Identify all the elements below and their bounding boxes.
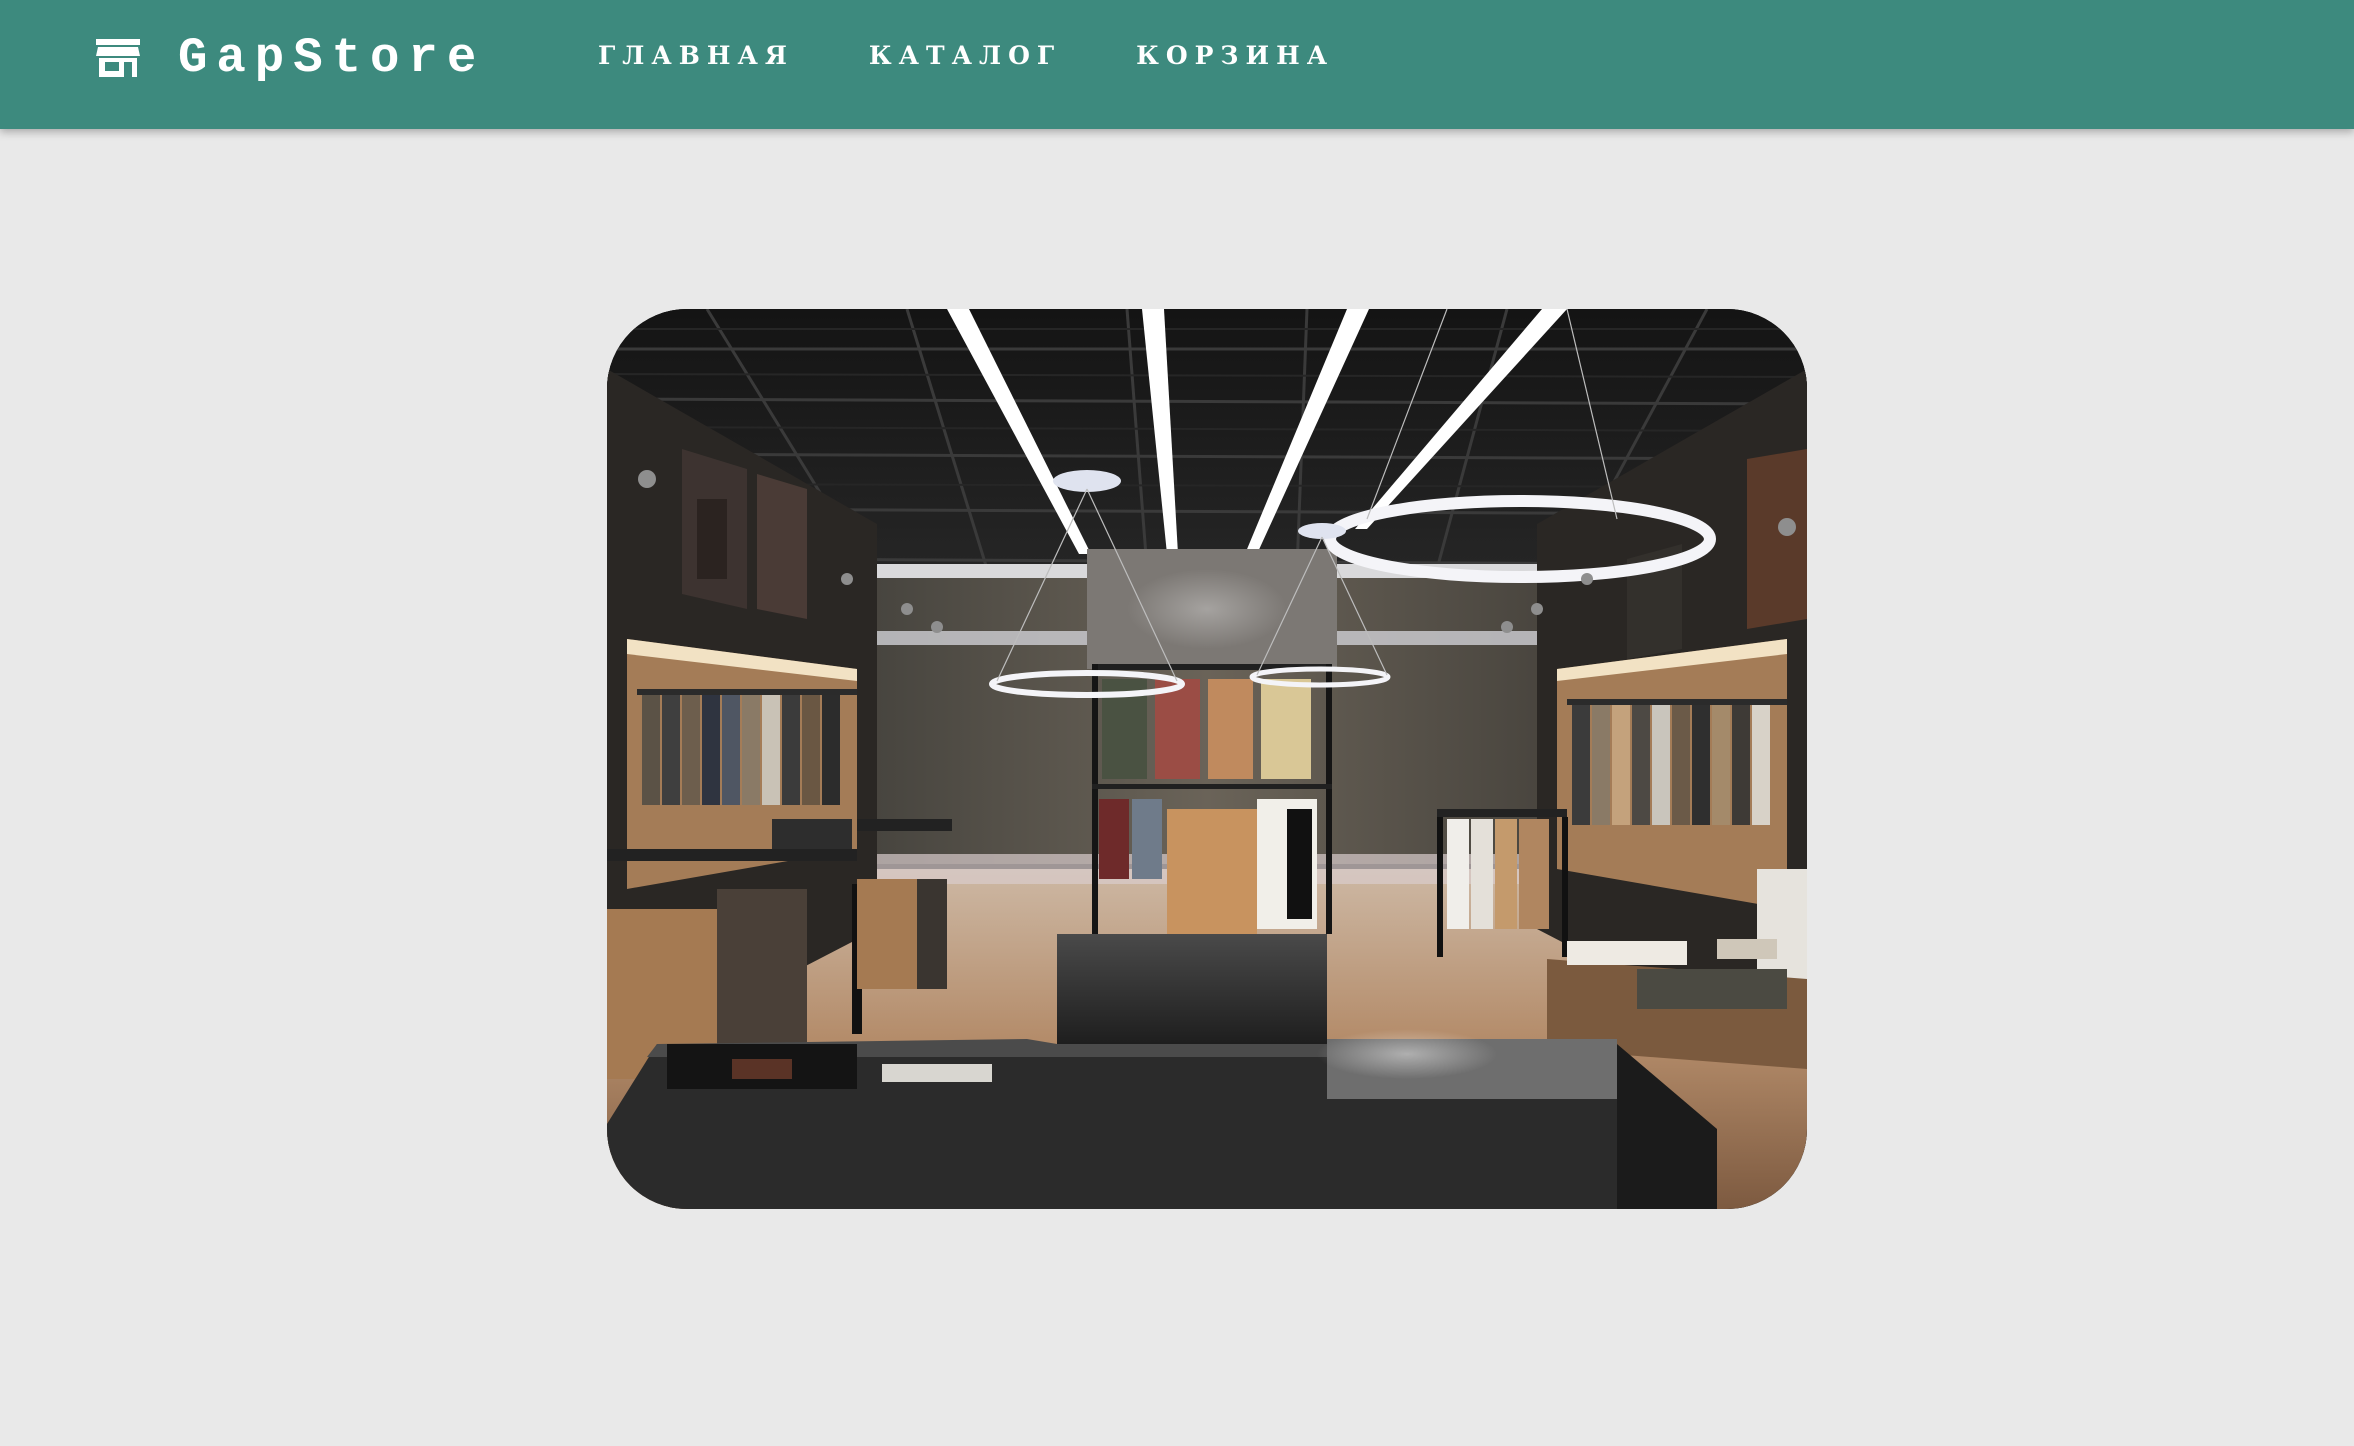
nav-link-cart[interactable]: КОРЗИНА	[1136, 43, 1334, 68]
top-navbar: GapStore ГЛАВНАЯ КАТАЛОГ КОРЗИНА	[0, 0, 2354, 129]
store-interior-illustration	[607, 309, 1807, 1209]
brand-logo-link[interactable]: GapStore	[96, 28, 485, 88]
brand-name: GapStore	[178, 29, 486, 86]
hero-store-image	[607, 309, 1807, 1209]
store-icon	[96, 39, 140, 77]
main-nav: ГЛАВНАЯ КАТАЛОГ КОРЗИНА	[598, 40, 1409, 70]
nav-link-home[interactable]: ГЛАВНАЯ	[598, 43, 794, 68]
nav-link-catalog[interactable]: КАТАЛОГ	[869, 43, 1061, 68]
